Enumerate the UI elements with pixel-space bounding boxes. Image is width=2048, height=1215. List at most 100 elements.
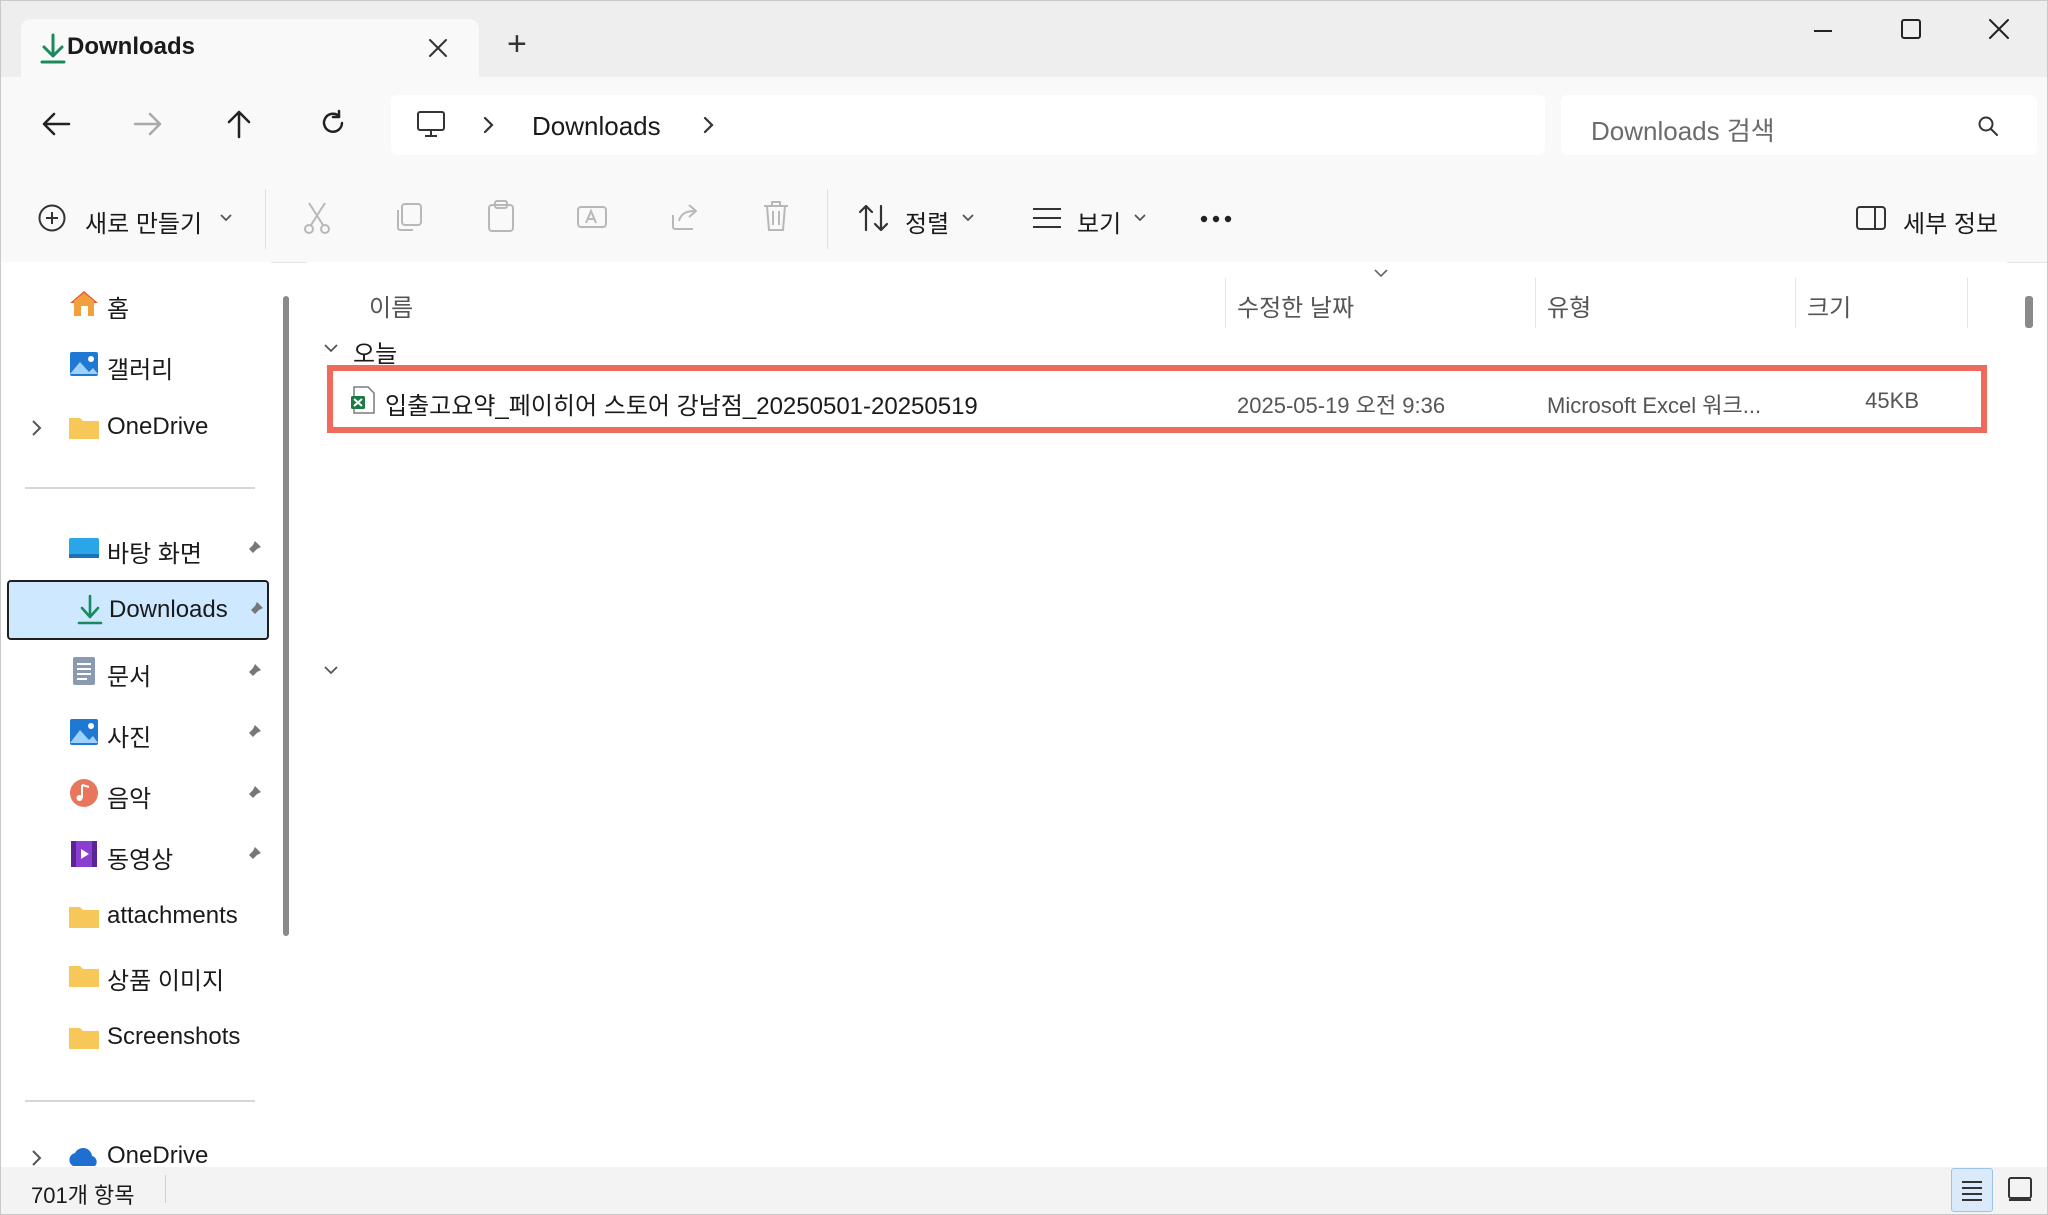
status-divider <box>165 1175 166 1203</box>
folder-icon <box>69 966 99 987</box>
excel-file-icon <box>351 386 375 414</box>
close-window-icon[interactable] <box>1987 17 2011 41</box>
back-arrow-icon[interactable] <box>41 111 71 137</box>
sidebar-divider <box>25 1100 255 1102</box>
paste-icon[interactable] <box>485 199 517 233</box>
close-tab-icon[interactable] <box>427 37 449 59</box>
group-collapse-chevron-icon[interactable] <box>323 664 339 676</box>
column-divider[interactable] <box>1795 278 1796 328</box>
tiles-view-toggle[interactable] <box>1999 1168 2039 1210</box>
sidebar-item-label: 홈 <box>107 296 130 323</box>
column-header-name[interactable]: 이름 <box>369 288 413 323</box>
folder-icon <box>69 418 99 439</box>
expand-chevron-icon[interactable] <box>29 418 43 438</box>
folder-icon <box>69 1028 99 1049</box>
sidebar-item-pictures[interactable]: 사진 <box>7 703 269 761</box>
sidebar-item-screenshots[interactable]: Screenshots <box>7 1008 269 1066</box>
pin-icon[interactable] <box>243 662 263 682</box>
pin-icon[interactable] <box>243 539 263 559</box>
up-arrow-icon[interactable] <box>226 109 252 139</box>
content-scrollbar[interactable] <box>2025 296 2033 328</box>
sidebar-item-label: 음악 <box>107 786 152 813</box>
refresh-icon[interactable] <box>319 109 347 137</box>
toolbar-divider <box>265 189 266 249</box>
sidebar-item-product-images[interactable]: 상품 이미지 <box>7 946 269 1004</box>
folder-icon <box>69 907 99 928</box>
details-button[interactable]: 세부 정보 <box>1903 204 1998 239</box>
file-size: 45KB <box>1865 388 1919 413</box>
details-pane-icon[interactable] <box>1855 205 1887 231</box>
sidebar-item-music[interactable]: 음악 <box>7 764 269 822</box>
file-modified-date: 2025-05-19 오전 9:36 <box>1237 393 1446 418</box>
pin-icon[interactable] <box>243 845 263 865</box>
new-plus-circle-icon[interactable] <box>37 203 67 233</box>
status-bar <box>1 1167 2047 1214</box>
tab-title: Downloads <box>67 33 196 60</box>
pin-icon[interactable] <box>243 723 263 743</box>
column-divider[interactable] <box>1967 278 1968 328</box>
rename-icon[interactable] <box>576 201 610 233</box>
column-header-date[interactable]: 수정한 날짜 <box>1237 288 1354 323</box>
file-explorer-window: Downloads + Downloads Downloads 검색 새로 만들… <box>0 0 2048 1215</box>
column-header-size[interactable]: 크기 <box>1807 288 1851 323</box>
view-button[interactable]: 보기 <box>1077 204 1121 239</box>
sidebar-item-label: OneDrive <box>107 413 209 440</box>
chevron-down-icon[interactable] <box>1133 213 1147 223</box>
more-options-icon[interactable] <box>1199 213 1233 225</box>
sidebar-item-onedrive-bottom[interactable]: OneDrive <box>7 1140 269 1167</box>
sidebar-item-onedrive[interactable]: OneDrive <box>7 398 269 456</box>
sidebar-item-gallery[interactable]: 갤러리 <box>7 335 269 393</box>
sidebar-item-label: 사진 <box>107 725 152 752</box>
search-placeholder[interactable]: Downloads 검색 <box>1591 111 1775 148</box>
share-icon[interactable] <box>669 201 701 233</box>
gallery-icon <box>70 352 98 376</box>
download-icon <box>77 594 103 625</box>
chevron-down-icon[interactable] <box>961 213 975 223</box>
sidebar-item-label: 바탕 화면 <box>107 541 202 568</box>
breadcrumb-chevron-icon[interactable] <box>701 115 715 135</box>
column-header-type[interactable]: 유형 <box>1547 288 1591 323</box>
pin-icon[interactable] <box>243 784 263 804</box>
table-row[interactable]: 입출고요약_페이히어 스토어 강남점_20250501-20250519 202… <box>327 365 1987 433</box>
breadcrumb-chevron-icon[interactable] <box>481 115 495 135</box>
desktop-icon <box>69 538 99 558</box>
cut-icon[interactable] <box>301 201 333 235</box>
sort-icon[interactable] <box>857 203 891 233</box>
minimize-icon[interactable] <box>1811 19 1835 43</box>
sidebar-item-home[interactable]: 홈 <box>7 274 269 332</box>
search-icon[interactable] <box>1977 115 1999 137</box>
video-icon <box>71 841 97 867</box>
copy-icon[interactable] <box>393 201 425 233</box>
new-button[interactable]: 새로 만들기 <box>85 204 202 239</box>
forward-arrow-icon[interactable] <box>133 111 163 137</box>
navigation-pane: 홈 갤러리 OneDrive 바탕 화면 Downloads 문서 사진 음악 … <box>1 262 289 1167</box>
file-name: 입출고요약_페이히어 스토어 강남점_20250501-20250519 <box>385 393 978 420</box>
pictures-icon <box>70 719 98 745</box>
column-divider[interactable] <box>1225 278 1226 328</box>
pin-icon[interactable] <box>245 600 265 620</box>
sidebar-item-label: attachments <box>107 902 238 929</box>
maximize-icon[interactable] <box>1899 17 1923 41</box>
sidebar-item-videos[interactable]: 동영상 <box>7 825 269 883</box>
sidebar-item-attachments[interactable]: attachments <box>7 887 269 945</box>
column-divider[interactable] <box>1535 278 1536 328</box>
document-icon <box>73 657 95 685</box>
sidebar-item-label: Downloads <box>109 596 228 623</box>
sidebar-item-label: 갤러리 <box>107 357 174 384</box>
view-list-icon[interactable] <box>1031 205 1063 231</box>
expand-chevron-icon[interactable] <box>29 1148 43 1167</box>
group-header-today[interactable]: 오늘 <box>353 334 397 369</box>
new-tab-button[interactable]: + <box>507 25 527 64</box>
details-view-icon <box>1962 1181 1982 1201</box>
delete-icon[interactable] <box>761 199 791 233</box>
sidebar-scrollbar[interactable] <box>283 296 289 936</box>
sidebar-item-downloads[interactable]: Downloads <box>7 580 269 640</box>
group-collapse-chevron-icon[interactable] <box>323 342 339 354</box>
details-view-toggle[interactable] <box>1951 1168 1993 1212</box>
this-pc-icon[interactable] <box>415 109 447 139</box>
sort-button[interactable]: 정렬 <box>905 204 949 239</box>
chevron-down-icon[interactable] <box>219 213 233 223</box>
sidebar-item-desktop[interactable]: 바탕 화면 <box>7 519 269 577</box>
sidebar-item-documents[interactable]: 문서 <box>7 642 269 700</box>
breadcrumb-downloads[interactable]: Downloads <box>532 111 661 142</box>
